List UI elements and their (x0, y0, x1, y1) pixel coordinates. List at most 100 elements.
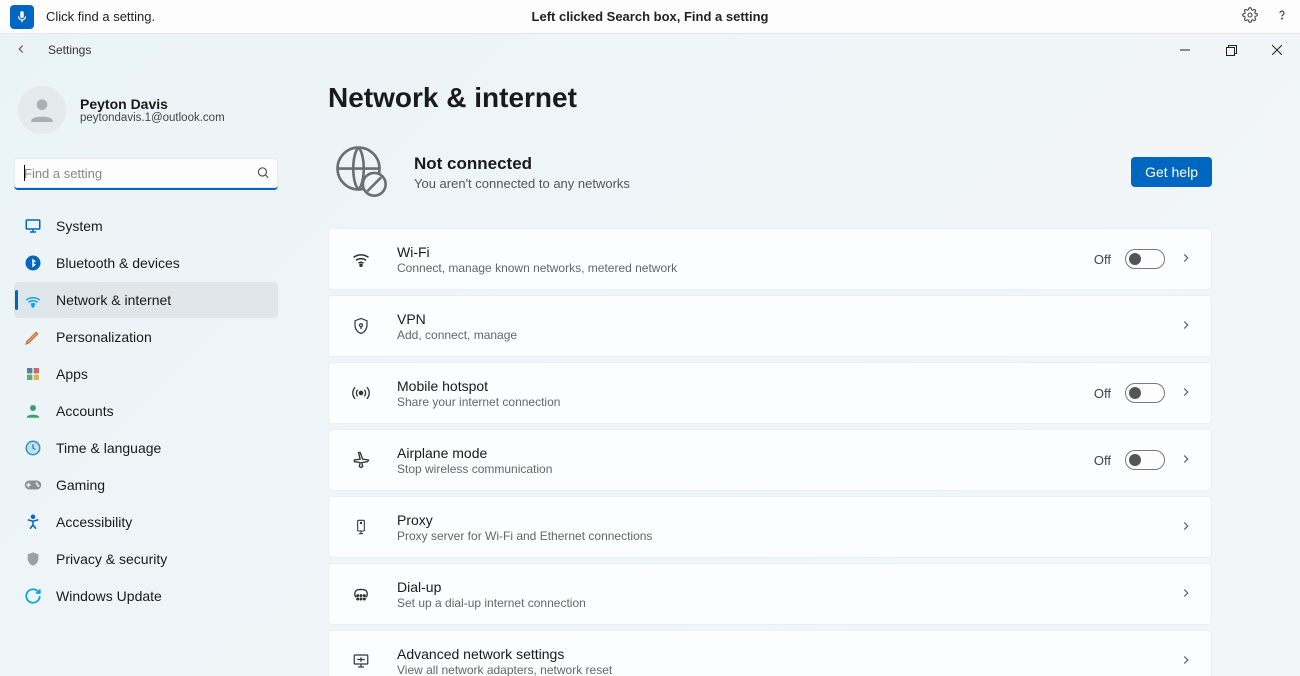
sidebar-item-label: System (56, 218, 103, 234)
gaming-icon (24, 476, 42, 494)
assist-center-text: Left clicked Search box, Find a setting (532, 9, 769, 24)
card-sub: Stop wireless communication (397, 462, 552, 476)
app-title: Settings (48, 43, 91, 57)
sidebar-item-bluetooth[interactable]: Bluetooth & devices (14, 245, 278, 281)
advanced-icon (349, 652, 373, 670)
chevron-right-icon (1179, 251, 1193, 268)
sidebar-item-label: Privacy & security (56, 551, 167, 567)
card-title: VPN (397, 311, 517, 327)
toggle-state: Off (1094, 252, 1111, 267)
search-caret (24, 165, 25, 181)
search-icon[interactable] (256, 166, 270, 183)
mic-icon (15, 10, 29, 24)
bluetooth-icon (24, 254, 42, 272)
card-title: Dial-up (397, 579, 586, 595)
toggle-state: Off (1094, 386, 1111, 401)
chevron-right-icon (1179, 653, 1193, 670)
minimize-button[interactable] (1162, 34, 1208, 66)
back-button[interactable] (14, 42, 38, 59)
card-hotspot[interactable]: Mobile hotspot Share your internet conne… (328, 362, 1212, 424)
card-advanced[interactable]: Advanced network settings View all netwo… (328, 630, 1212, 676)
status-title: Not connected (414, 154, 630, 174)
sidebar-item-accessibility[interactable]: Accessibility (14, 504, 278, 540)
vpn-icon (349, 316, 373, 336)
card-title: Wi-Fi (397, 244, 677, 260)
assist-bar: Click find a setting. Left clicked Searc… (0, 0, 1300, 34)
sidebar-item-gaming[interactable]: Gaming (14, 467, 278, 503)
sidebar-item-apps[interactable]: Apps (14, 356, 278, 392)
card-title: Advanced network settings (397, 646, 612, 662)
system-icon (24, 217, 42, 235)
chevron-right-icon (1179, 519, 1193, 536)
wifi-icon (349, 249, 373, 269)
sidebar-item-personalization[interactable]: Personalization (14, 319, 278, 355)
update-icon (24, 587, 42, 605)
card-sub: Proxy server for Wi-Fi and Ethernet conn… (397, 529, 652, 543)
globe-disconnected-icon (334, 144, 390, 200)
sidebar-item-label: Windows Update (56, 588, 162, 604)
time-icon (24, 439, 42, 457)
search-wrap (14, 158, 278, 190)
mic-button[interactable] (10, 5, 34, 29)
card-title: Mobile hotspot (397, 378, 560, 394)
apps-icon (24, 365, 42, 383)
sidebar-item-privacy[interactable]: Privacy & security (14, 541, 278, 577)
sidebar-item-accounts[interactable]: Accounts (14, 393, 278, 429)
sidebar-item-label: Network & internet (56, 292, 171, 308)
chevron-right-icon (1179, 586, 1193, 603)
card-sub: View all network adapters, network reset (397, 663, 612, 676)
card-vpn[interactable]: VPN Add, connect, manage (328, 295, 1212, 357)
hotspot-icon (349, 383, 373, 403)
accounts-icon (24, 402, 42, 420)
card-title: Proxy (397, 512, 652, 528)
card-title: Airplane mode (397, 445, 552, 461)
assist-left-text: Click find a setting. (46, 9, 155, 24)
card-proxy[interactable]: Proxy Proxy server for Wi-Fi and Etherne… (328, 496, 1212, 558)
maximize-button[interactable] (1208, 34, 1254, 66)
status-sub: You aren't connected to any networks (414, 176, 630, 191)
sidebar-item-label: Apps (56, 366, 88, 382)
sidebar-item-label: Bluetooth & devices (56, 255, 180, 271)
sidebar-item-time[interactable]: Time & language (14, 430, 278, 466)
profile-block[interactable]: Peyton Davis peytondavis.1@outlook.com (14, 76, 278, 152)
sidebar-item-label: Personalization (56, 329, 152, 345)
airplane-icon (349, 450, 373, 470)
avatar (18, 86, 66, 134)
accessibility-icon (24, 513, 42, 531)
sidebar-item-label: Accessibility (56, 514, 132, 530)
chevron-right-icon (1179, 452, 1193, 469)
profile-email: peytondavis.1@outlook.com (80, 112, 225, 124)
card-sub: Connect, manage known networks, metered … (397, 261, 677, 275)
card-sub: Add, connect, manage (397, 328, 517, 342)
titlebar: Settings (0, 34, 1300, 66)
help-icon[interactable] (1274, 7, 1290, 26)
network-icon (24, 291, 42, 309)
page-title: Network & internet (328, 82, 1212, 114)
card-airplane[interactable]: Airplane mode Stop wireless communicatio… (328, 429, 1212, 491)
personalization-icon (24, 328, 42, 346)
proxy-icon (349, 517, 373, 537)
dialup-icon (349, 584, 373, 604)
sidebar-item-network[interactable]: Network & internet (14, 282, 278, 318)
content: Network & internet Not connected You are… (300, 66, 1300, 676)
sidebar-item-update[interactable]: Windows Update (14, 578, 278, 614)
sidebar-item-label: Accounts (56, 403, 114, 419)
sidebar-item-label: Gaming (56, 477, 105, 493)
card-wifi[interactable]: Wi-Fi Connect, manage known networks, me… (328, 228, 1212, 290)
toggle-hotspot[interactable] (1125, 383, 1165, 403)
gear-icon[interactable] (1242, 7, 1258, 26)
get-help-button[interactable]: Get help (1131, 157, 1212, 187)
toggle-wifi[interactable] (1125, 249, 1165, 269)
card-dialup[interactable]: Dial-up Set up a dial-up internet connec… (328, 563, 1212, 625)
sidebar-item-label: Time & language (56, 440, 161, 456)
close-button[interactable] (1254, 34, 1300, 66)
chevron-right-icon (1179, 385, 1193, 402)
search-input[interactable] (14, 158, 278, 190)
toggle-airplane[interactable] (1125, 450, 1165, 470)
chevron-right-icon (1179, 318, 1193, 335)
toggle-state: Off (1094, 453, 1111, 468)
profile-name: Peyton Davis (80, 96, 225, 112)
sidebar: Peyton Davis peytondavis.1@outlook.com S… (0, 66, 300, 676)
card-sub: Set up a dial-up internet connection (397, 596, 586, 610)
sidebar-item-system[interactable]: System (14, 208, 278, 244)
